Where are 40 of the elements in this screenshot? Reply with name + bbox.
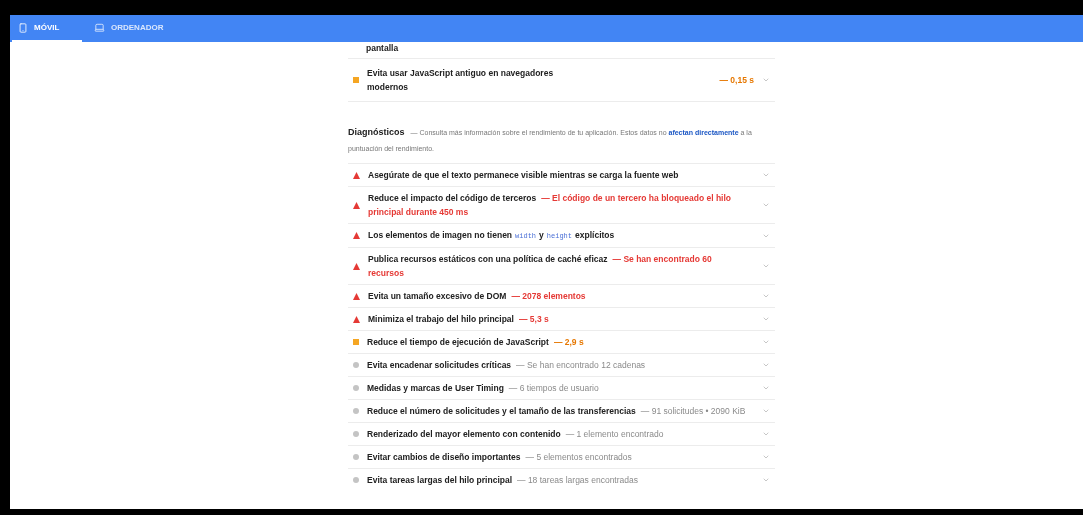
warning-triangle-icon [353, 262, 360, 270]
warning-triangle-icon [353, 171, 360, 179]
warning-triangle-icon [353, 232, 360, 239]
audit-text: Renderizado del mayor elemento con contenido — 1 elemento encontrado [367, 428, 665, 441]
chevron-icon[interactable] [762, 453, 770, 461]
audit-text: Reduce el impacto del código de terceros — El código de un tercero ha bloqueado el hilo principal durante 450 ms [368, 192, 733, 219]
chevron-icon[interactable] [762, 171, 770, 179]
audit-text: Minimiza el trabajo del hilo principal — 5,3 s [368, 313, 550, 326]
audit-text: pantalla [365, 42, 400, 54]
audit-text: Evita tareas largas del hilo principal — 18 tareas largas encontradas [367, 474, 639, 487]
audit-text: Evitar cambios de diseño importantes — 5 elementos encontrados [367, 451, 633, 464]
audit-text: Evita usar JavaScript antiguo en navegadores modernos [367, 67, 555, 94]
chevron-icon[interactable] [762, 315, 770, 323]
audit-text: Evita un tamaño excesivo de DOM — 2078 elementos [368, 290, 587, 303]
audit-text: Evita encadenar solicitudes críticas — Se han encontrado 12 cadenas [367, 359, 647, 372]
chevron-icon[interactable] [762, 430, 770, 438]
chevron-icon[interactable] [762, 384, 770, 392]
square-icon [353, 77, 359, 83]
chevron-icon[interactable] [762, 338, 770, 346]
warning-triangle-icon [353, 201, 360, 209]
phone-icon [18, 22, 28, 33]
chevron-icon[interactable] [762, 292, 770, 300]
chevron-icon[interactable] [762, 262, 770, 270]
chevron-icon[interactable] [762, 476, 770, 484]
audit-text: Reduce el número de solicitudes y el tamaño de las transferencias — 91 solicitudes • 2090 KiB [367, 405, 746, 418]
audit-text: Publica recursos estáticos con una política de caché eficaz — Se han encontrado 60 recursos [368, 253, 713, 280]
tab[interactable]: ORDENADOR [88, 15, 170, 42]
chevron-icon[interactable] [762, 201, 770, 209]
audit-text: Medidas y marcas de User Timing — 6 tiempos de usuario [367, 382, 600, 395]
audit-value: — 0,15 s [719, 73, 754, 87]
chevron-icon[interactable] [762, 361, 770, 369]
audit-text: Reduce el tiempo de ejecución de JavaScript — 2,9 s [367, 336, 585, 349]
warning-triangle-icon [353, 292, 360, 300]
square-icon [353, 339, 359, 345]
audit-text: Asegúrate de que el texto permanece visible mientras se carga la fuente web [368, 169, 680, 182]
laptop-icon [94, 22, 105, 33]
warning-triangle-icon [353, 315, 360, 323]
chevron-icon[interactable] [762, 407, 770, 415]
chevron-icon[interactable] [762, 76, 770, 84]
tab[interactable]: MÓVIL [12, 15, 82, 42]
